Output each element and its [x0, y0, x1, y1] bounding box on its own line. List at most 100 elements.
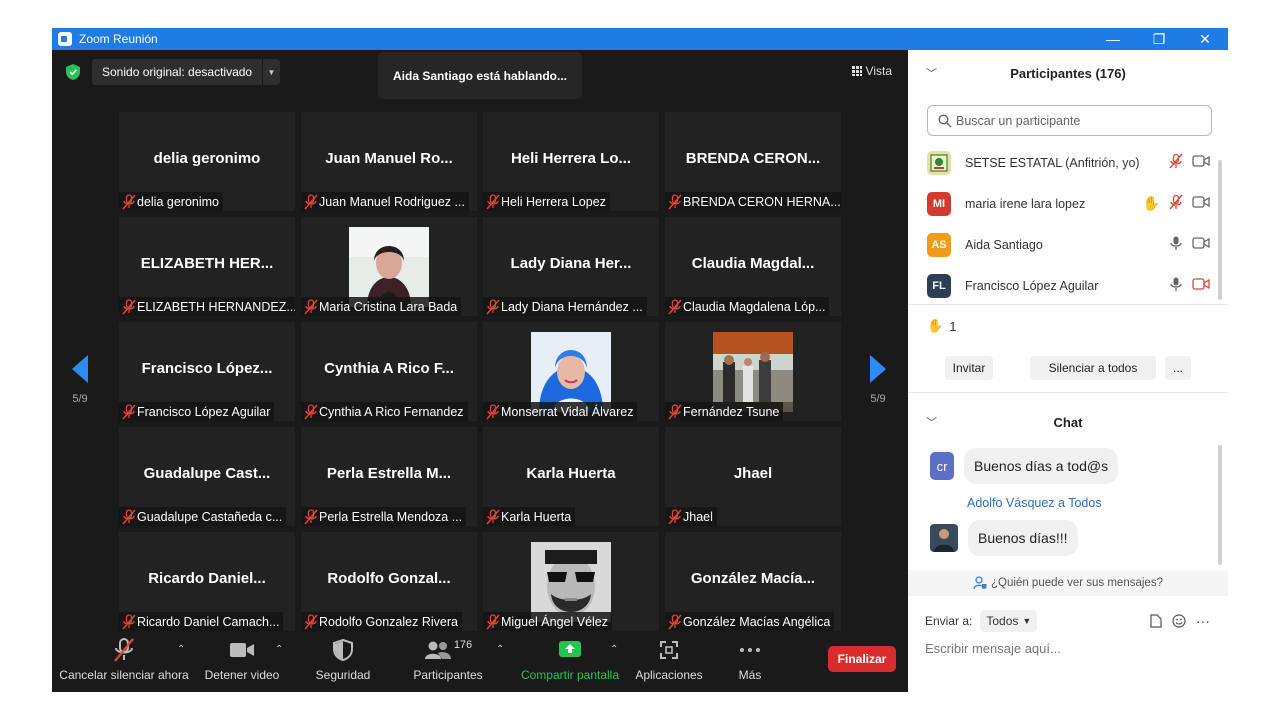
video-tile[interactable]: Guadalupe Cast... Guadalupe Castañeda c..… — [119, 427, 295, 526]
send-to-dropdown[interactable]: Todos ▼ — [980, 610, 1038, 632]
microphone-muted-icon — [114, 638, 134, 662]
security-button[interactable]: Seguridad — [308, 634, 378, 692]
participant-display-name: Rodolfo Gonzal... — [327, 570, 451, 587]
collapse-chat-chevron-icon[interactable]: ﹀ — [926, 414, 937, 430]
video-tile[interactable]: Perla Estrella M... Perla Estrella Mendoz… — [301, 427, 477, 526]
microphone-muted-icon — [483, 507, 501, 526]
video-tile[interactable]: Rodolfo Gonzal... Rodolfo Gonzalez Rivera — [301, 532, 477, 631]
participant-name: Monserrat Vidal Álvarez — [501, 404, 634, 419]
video-options-caret-icon[interactable]: ⌃ — [275, 644, 283, 655]
participants-count: 176 — [453, 639, 473, 651]
video-tile[interactable]: Miguel Ángel Vélez — [483, 532, 659, 631]
participant-search-input[interactable]: Buscar un participante — [927, 105, 1212, 136]
video-camera-icon[interactable] — [1192, 236, 1210, 253]
participant-name: Rodolfo Gonzalez Rivera — [319, 614, 458, 629]
video-tile[interactable]: Francisco López... Francisco López Aguila… — [119, 322, 295, 421]
video-tile[interactable]: Heli Herrera Lo... Heli Herrera Lopez — [483, 112, 659, 211]
participant-name-label: delia geronimo — [119, 192, 223, 211]
more-button[interactable]: Más — [728, 634, 772, 692]
participant-list-scrollbar[interactable] — [1218, 160, 1222, 300]
collapse-participants-chevron-icon[interactable]: ﹀ — [926, 65, 937, 81]
participants-options-caret-icon[interactable]: ⌃ — [496, 644, 504, 655]
previous-page-button[interactable]: 5/9 — [70, 355, 90, 405]
encryption-shield-icon[interactable] — [66, 64, 80, 80]
security-label: Seguridad — [315, 668, 371, 682]
participant-name-label: Guadalupe Castañeda c... — [119, 507, 287, 526]
share-screen-button[interactable]: Compartir pantalla — [518, 634, 622, 692]
unmute-button[interactable]: Cancelar silenciar ahora — [59, 634, 189, 692]
participants-more-button[interactable]: ... — [1165, 356, 1191, 380]
chat-header: ﹀ Chat — [908, 400, 1228, 444]
zoom-logo-icon — [58, 32, 72, 46]
participant-name-label: Rodolfo Gonzalez Rivera — [301, 612, 462, 631]
video-tile[interactable]: Maria Cristina Lara Bada — [301, 217, 477, 316]
divider — [908, 392, 1228, 393]
chat-more-icon[interactable]: ··· — [1196, 613, 1210, 629]
video-tile[interactable]: delia geronimo delia geronimo — [119, 112, 295, 211]
video-tile[interactable]: Fernández Tsune — [665, 322, 841, 421]
microphone-muted-icon[interactable] — [1168, 153, 1184, 172]
video-tile[interactable]: BRENDA CERON... BRENDA CERON HERNA... — [665, 112, 841, 211]
video-tile[interactable]: Karla Huerta Karla Huerta — [483, 427, 659, 526]
participant-row[interactable]: AS Aida Santiago — [908, 224, 1224, 265]
participant-row[interactable]: FL Francisco López Aguilar — [908, 265, 1224, 300]
audio-options-caret-icon[interactable]: ⌃ — [177, 644, 185, 655]
zoom-window: Zoom Reunión — ❐ ✕ Sonido original: desa… — [52, 28, 1228, 692]
avatar: cr — [930, 452, 954, 480]
side-panel: ﹀ Participantes (176) Buscar un particip… — [908, 50, 1228, 692]
participant-name-label: Claudia Magdalena Lóp... — [665, 297, 830, 316]
raised-hands-summary: ✋ 1 — [927, 318, 956, 334]
next-page-button[interactable]: 5/9 — [868, 355, 888, 405]
share-options-caret-icon[interactable]: ⌃ — [610, 644, 618, 655]
video-tile[interactable]: Monserrat Vidal Álvarez — [483, 322, 659, 421]
participant-display-name: Heli Herrera Lo... — [510, 150, 632, 167]
share-screen-label: Compartir pantalla — [520, 668, 620, 682]
microphone-icon[interactable] — [1168, 235, 1184, 254]
participants-button[interactable]: 176 Participantes — [408, 634, 488, 692]
mute-all-button[interactable]: Silenciar a todos — [1030, 356, 1156, 380]
participant-name: Fernández Tsune — [683, 404, 780, 419]
microphone-muted-icon — [301, 297, 319, 316]
video-tile[interactable]: ELIZABETH HER... ELIZABETH HERNANDEZ... — [119, 217, 295, 316]
original-sound-dropdown[interactable]: Sonido original: desactivado ▼ — [92, 59, 280, 85]
chat-message-input[interactable]: Escribir mensaje aquí... — [925, 641, 1061, 656]
video-tile[interactable]: Claudia Magdal... Claudia Magdalena Lóp..… — [665, 217, 841, 316]
participant-name: Jhael — [683, 509, 713, 524]
microphone-muted-icon[interactable] — [1168, 194, 1184, 213]
chat-scrollbar[interactable] — [1218, 445, 1222, 565]
chevron-down-icon[interactable]: ▼ — [262, 59, 280, 85]
participant-row[interactable]: SETSE ESTATAL (Anfitrión, yo) — [908, 142, 1224, 183]
view-button[interactable]: Vista — [846, 60, 898, 82]
participant-name: Claudia Magdalena Lóp... — [683, 299, 826, 314]
stop-video-button[interactable]: Detener video — [202, 634, 282, 692]
participant-name: Guadalupe Castañeda c... — [137, 509, 283, 524]
video-tile[interactable]: Ricardo Daniel... Ricardo Daniel Camach..… — [119, 532, 295, 631]
end-meeting-button[interactable]: Finalizar — [828, 646, 896, 672]
video-tile[interactable]: González Macía... González Macías Angélic… — [665, 532, 841, 631]
microphone-muted-icon — [301, 402, 319, 421]
participant-name-label: Lady Diana Hernández ... — [483, 297, 647, 316]
apps-button[interactable]: Aplicaciones — [632, 634, 706, 692]
video-tile[interactable]: Lady Diana Her... Lady Diana Hernández ..… — [483, 217, 659, 316]
video-tile[interactable]: Jhael Jhael — [665, 427, 841, 526]
participant-name: Miguel Ángel Vélez — [501, 614, 609, 629]
restore-button[interactable]: ❐ — [1136, 28, 1182, 50]
video-camera-icon[interactable] — [1192, 277, 1210, 294]
close-button[interactable]: ✕ — [1182, 28, 1228, 50]
avatar — [930, 524, 958, 552]
message-visibility-link[interactable]: ¿Quién puede ver sus mensajes? — [908, 570, 1228, 596]
search-placeholder: Buscar un participante — [956, 113, 1081, 128]
chat-message: cr Buenos días a tod@s — [930, 448, 1119, 484]
microphone-icon[interactable] — [1168, 276, 1184, 295]
participant-row[interactable]: MI maria irene lara lopez ✋ — [908, 183, 1224, 224]
file-icon[interactable] — [1150, 614, 1162, 628]
participant-name-label: Fernández Tsune — [665, 402, 784, 421]
video-camera-icon[interactable] — [1192, 195, 1210, 212]
participant-list-name: SETSE ESTATAL (Anfitrión, yo) — [965, 155, 1140, 170]
invite-button[interactable]: Invitar — [945, 356, 993, 380]
minimize-button[interactable]: — — [1090, 28, 1136, 50]
video-tile[interactable]: Cynthia A Rico F... Cynthia A Rico Fernan… — [301, 322, 477, 421]
emoji-icon[interactable] — [1172, 614, 1186, 628]
video-camera-icon[interactable] — [1192, 154, 1210, 171]
video-tile[interactable]: Juan Manuel Ro... Juan Manuel Rodriguez .… — [301, 112, 477, 211]
